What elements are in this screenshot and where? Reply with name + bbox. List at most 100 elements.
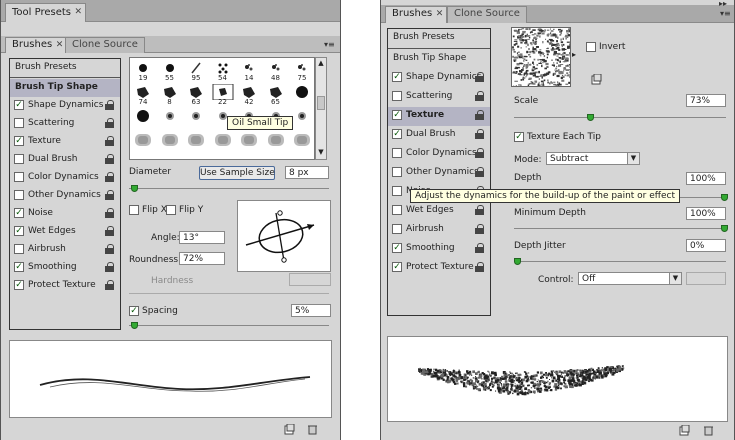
depth-jitter-input[interactable]: 0% xyxy=(686,239,726,252)
spacing-input[interactable]: 5% xyxy=(291,304,331,317)
settings-item-other-dynamics[interactable]: Other Dynamics xyxy=(388,164,490,183)
settings-checkbox[interactable]: ✓ xyxy=(14,280,24,290)
settings-item-color-dynamics[interactable]: Color Dynamics xyxy=(388,145,490,164)
brush-preset-cell[interactable] xyxy=(157,108,183,130)
settings-checkbox[interactable]: ✓ xyxy=(14,100,24,110)
settings-item-texture[interactable]: ✓ Texture xyxy=(10,133,120,151)
settings-item-brush-tip-shape[interactable]: Brush Tip Shape xyxy=(10,79,120,97)
settings-checkbox[interactable] xyxy=(14,154,24,164)
settings-checkbox[interactable] xyxy=(392,205,402,215)
settings-item-scattering[interactable]: Scattering xyxy=(10,115,120,133)
tab-brushes[interactable]: Brushes ✕ xyxy=(385,6,448,23)
trash-icon[interactable] xyxy=(703,425,714,436)
brush-grid-scrollbar[interactable]: ▲ ▼ xyxy=(315,57,327,160)
diameter-input[interactable]: 8 px xyxy=(285,166,329,179)
close-icon[interactable]: ✕ xyxy=(436,9,444,19)
settings-item-texture[interactable]: ✓ Texture xyxy=(388,107,490,126)
scale-slider-thumb[interactable] xyxy=(587,114,594,121)
minimum-depth-slider-thumb[interactable] xyxy=(721,225,728,232)
settings-item-protect-texture[interactable]: ✓ Protect Texture xyxy=(388,259,490,278)
lock-icon[interactable] xyxy=(105,190,114,200)
brush-preset-cell[interactable] xyxy=(263,132,289,154)
settings-checkbox[interactable]: ✓ xyxy=(392,129,402,139)
settings-item-shape-dynamics[interactable]: ✓ Shape Dynamics xyxy=(10,97,120,115)
scroll-down-icon[interactable]: ▼ xyxy=(317,148,325,158)
settings-checkbox[interactable] xyxy=(14,244,24,254)
lock-icon[interactable] xyxy=(105,208,114,218)
collapse-panel-icon[interactable]: ▸▸ xyxy=(716,0,730,8)
brush-preset-cell[interactable] xyxy=(236,132,262,154)
brush-preset-cell[interactable]: 74 xyxy=(130,84,156,106)
diameter-slider-thumb[interactable] xyxy=(131,185,138,192)
settings-checkbox[interactable] xyxy=(14,118,24,128)
brush-preset-cell[interactable]: 95 xyxy=(183,60,209,82)
settings-checkbox[interactable] xyxy=(392,148,402,158)
settings-item-airbrush[interactable]: Airbrush xyxy=(388,221,490,240)
panel-menu-icon[interactable]: ▾≡ xyxy=(720,10,731,18)
brush-preset-cell[interactable]: 8 xyxy=(157,84,183,106)
trash-icon[interactable] xyxy=(307,424,318,435)
texture-each-tip-checkbox[interactable]: ✓ xyxy=(514,132,524,142)
lock-icon[interactable] xyxy=(105,118,114,128)
new-preset-icon[interactable] xyxy=(284,423,295,435)
invert-checkbox[interactable] xyxy=(586,42,596,52)
settings-item-brush-tip-shape[interactable]: Brush Tip Shape xyxy=(388,50,490,69)
chevron-down-icon[interactable]: ▼ xyxy=(627,153,639,164)
lock-icon[interactable] xyxy=(475,129,484,139)
lock-icon[interactable] xyxy=(105,136,114,146)
lock-icon[interactable] xyxy=(105,226,114,236)
scroll-thumb[interactable] xyxy=(317,96,325,110)
settings-checkbox[interactable] xyxy=(14,172,24,182)
spacing-slider[interactable] xyxy=(129,325,329,326)
settings-checkbox[interactable]: ✓ xyxy=(392,110,402,120)
settings-checkbox[interactable] xyxy=(392,167,402,177)
flip-x-checkbox[interactable] xyxy=(129,205,139,215)
new-pattern-preset-icon[interactable] xyxy=(591,73,602,85)
tab-tool-presets[interactable]: Tool Presets ✕ xyxy=(5,3,86,22)
brush-preset-cell[interactable] xyxy=(130,108,156,130)
mode-dropdown[interactable]: Subtract ▼ xyxy=(546,152,640,165)
lock-icon[interactable] xyxy=(105,172,114,182)
settings-item-wet-edges[interactable]: Wet Edges xyxy=(388,202,490,221)
control-dropdown[interactable]: Off ▼ xyxy=(578,272,682,285)
new-preset-icon[interactable] xyxy=(679,424,690,436)
settings-checkbox[interactable] xyxy=(392,224,402,234)
settings-checkbox[interactable]: ✓ xyxy=(392,262,402,272)
settings-item-brush-presets[interactable]: Brush Presets xyxy=(10,59,120,77)
settings-item-shape-dynamics[interactable]: ✓ Shape Dynamics xyxy=(388,69,490,88)
flip-y-checkbox[interactable] xyxy=(166,205,176,215)
brush-preset-cell[interactable] xyxy=(183,108,209,130)
depth-jitter-slider-thumb[interactable] xyxy=(514,258,521,265)
settings-checkbox[interactable]: ✓ xyxy=(392,243,402,253)
brush-angle-preview[interactable] xyxy=(237,200,331,272)
brush-preset-cell[interactable]: 42 xyxy=(236,84,262,106)
minimum-depth-input[interactable]: 100% xyxy=(686,207,726,220)
settings-checkbox[interactable]: ✓ xyxy=(392,72,402,82)
depth-input[interactable]: 100% xyxy=(686,172,726,185)
lock-icon[interactable] xyxy=(475,110,484,120)
tab-brushes[interactable]: Brushes ✕ xyxy=(5,37,68,53)
hardness-input[interactable] xyxy=(289,273,331,286)
settings-item-wet-edges[interactable]: ✓ Wet Edges xyxy=(10,223,120,241)
brush-preset-cell[interactable]: 54 xyxy=(210,60,236,82)
roundness-input[interactable]: 72% xyxy=(179,252,225,265)
spacing-checkbox[interactable]: ✓ xyxy=(129,306,139,316)
brush-preset-cell[interactable] xyxy=(289,84,314,106)
settings-item-dual-brush[interactable]: Dual Brush xyxy=(10,151,120,169)
tab-clone-source[interactable]: Clone Source xyxy=(447,6,527,23)
lock-icon[interactable] xyxy=(105,154,114,164)
angle-input[interactable]: 13° xyxy=(179,231,225,244)
scroll-up-icon[interactable]: ▲ xyxy=(317,59,325,69)
lock-icon[interactable] xyxy=(475,243,484,253)
settings-item-smoothing[interactable]: ✓ Smoothing xyxy=(10,259,120,277)
brush-preset-cell[interactable] xyxy=(210,132,236,154)
lock-icon[interactable] xyxy=(105,244,114,254)
scale-input[interactable]: 73% xyxy=(686,94,726,107)
lock-icon[interactable] xyxy=(475,91,484,101)
close-icon[interactable]: ✕ xyxy=(74,7,82,17)
brush-preset-cell[interactable]: 14 xyxy=(236,60,262,82)
texture-pattern-swatch[interactable] xyxy=(511,27,573,89)
settings-item-other-dynamics[interactable]: Other Dynamics xyxy=(10,187,120,205)
settings-item-scattering[interactable]: Scattering xyxy=(388,88,490,107)
lock-icon[interactable] xyxy=(475,224,484,234)
